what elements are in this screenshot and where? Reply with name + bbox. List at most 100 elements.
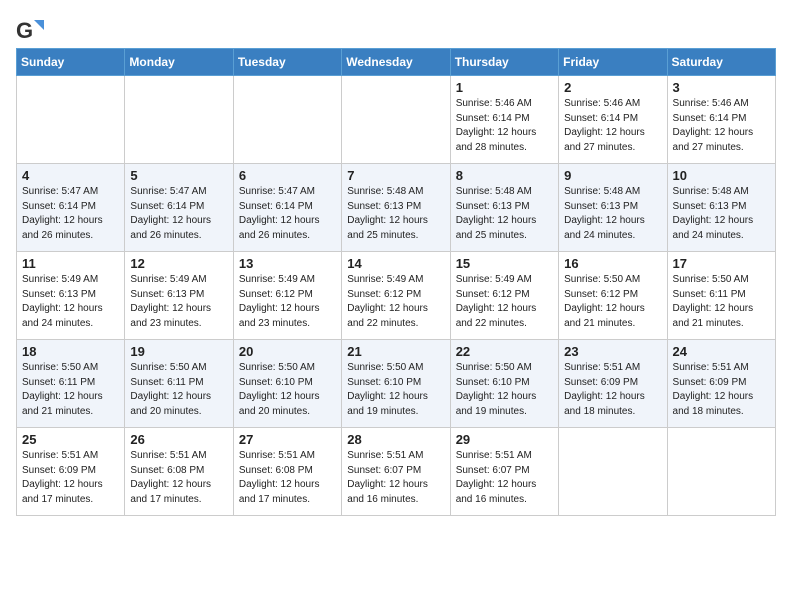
day-number: 26 <box>130 432 227 447</box>
day-number: 17 <box>673 256 770 271</box>
day-info: Sunrise: 5:50 AM Sunset: 6:11 PM Dayligh… <box>130 361 227 419</box>
day-number: 22 <box>456 344 553 359</box>
calendar-day-cell <box>559 428 667 516</box>
day-info: Sunrise: 5:51 AM Sunset: 6:09 PM Dayligh… <box>564 361 661 419</box>
calendar-day-cell: 11Sunrise: 5:49 AM Sunset: 6:13 PM Dayli… <box>17 252 125 340</box>
day-number: 19 <box>130 344 227 359</box>
day-info: Sunrise: 5:51 AM Sunset: 6:07 PM Dayligh… <box>347 449 444 507</box>
day-info: Sunrise: 5:50 AM Sunset: 6:10 PM Dayligh… <box>347 361 444 419</box>
day-info: Sunrise: 5:51 AM Sunset: 6:08 PM Dayligh… <box>239 449 336 507</box>
calendar-day-cell: 19 Sunrise: 5:50 AM Sunset: 6:11 PM Dayli… <box>125 340 233 428</box>
calendar-day-cell: 28 Sunrise: 5:51 AM Sunset: 6:07 PM Dayli… <box>342 428 450 516</box>
calendar-day-cell: 12 Sunrise: 5:49 AM Sunset: 6:13 PM Dayli… <box>125 252 233 340</box>
day-number: 14 <box>347 256 444 271</box>
day-number: 20 <box>239 344 336 359</box>
day-number: 21 <box>347 344 444 359</box>
weekday-header-cell: Wednesday <box>342 49 450 76</box>
svg-text:G: G <box>16 18 33 43</box>
calendar-day-cell <box>233 76 341 164</box>
day-number: 27 <box>239 432 336 447</box>
day-info: Sunrise: 5:49 AM Sunset: 6:13 PM Dayligh… <box>130 273 227 331</box>
calendar-day-cell: 25 Sunrise: 5:51 AM Sunset: 6:09 PM Dayli… <box>17 428 125 516</box>
calendar-day-cell: 3 Sunrise: 5:46 AM Sunset: 6:14 PM Daylig… <box>667 76 775 164</box>
weekday-header-cell: Thursday <box>450 49 558 76</box>
day-info: Sunrise: 5:50 AM Sunset: 6:10 PM Dayligh… <box>239 361 336 419</box>
day-number: 25 <box>22 432 119 447</box>
calendar-day-cell: 13Sunrise: 5:49 AM Sunset: 6:12 PM Dayli… <box>233 252 341 340</box>
day-number: 5 <box>130 168 227 183</box>
weekday-header-row: SundayMondayTuesdayWednesdayThursdayFrid… <box>17 49 776 76</box>
day-number: 8 <box>456 168 553 183</box>
calendar-week-row: 18 Sunrise: 5:50 AM Sunset: 6:11 PM Dayli… <box>17 340 776 428</box>
day-info: Sunrise: 5:50 AM Sunset: 6:12 PM Dayligh… <box>564 273 661 331</box>
day-info: Sunrise: 5:46 AM Sunset: 6:14 PM Dayligh… <box>456 97 553 155</box>
weekday-header-cell: Monday <box>125 49 233 76</box>
day-number: 15 <box>456 256 553 271</box>
day-number: 23 <box>564 344 661 359</box>
calendar-day-cell <box>342 76 450 164</box>
calendar-day-cell: 6 Sunrise: 5:47 AM Sunset: 6:14 PM Daylig… <box>233 164 341 252</box>
day-info: Sunrise: 5:51 AM Sunset: 6:09 PM Dayligh… <box>22 449 119 507</box>
calendar-day-cell: 5Sunrise: 5:47 AM Sunset: 6:14 PM Daylig… <box>125 164 233 252</box>
day-number: 18 <box>22 344 119 359</box>
calendar-day-cell: 17 Sunrise: 5:50 AM Sunset: 6:11 PM Dayli… <box>667 252 775 340</box>
day-number: 16 <box>564 256 661 271</box>
calendar-day-cell: 14 Sunrise: 5:49 AM Sunset: 6:12 PM Dayli… <box>342 252 450 340</box>
day-info: Sunrise: 5:49 AM Sunset: 6:12 PM Dayligh… <box>347 273 444 331</box>
day-info: Sunrise: 5:46 AM Sunset: 6:14 PM Dayligh… <box>673 97 770 155</box>
day-info: Sunrise: 5:48 AM Sunset: 6:13 PM Dayligh… <box>564 185 661 243</box>
weekday-header-cell: Tuesday <box>233 49 341 76</box>
day-info: Sunrise: 5:48 AM Sunset: 6:13 PM Dayligh… <box>347 185 444 243</box>
day-info: Sunrise: 5:51 AM Sunset: 6:09 PM Dayligh… <box>673 361 770 419</box>
calendar-day-cell: 20 Sunrise: 5:50 AM Sunset: 6:10 PM Dayli… <box>233 340 341 428</box>
logo-icon: G <box>16 16 44 44</box>
calendar-day-cell: 21 Sunrise: 5:50 AM Sunset: 6:10 PM Dayli… <box>342 340 450 428</box>
day-number: 13 <box>239 256 336 271</box>
calendar-body: 1 Sunrise: 5:46 AM Sunset: 6:14 PM Daylig… <box>17 76 776 516</box>
day-info: Sunrise: 5:51 AM Sunset: 6:08 PM Dayligh… <box>130 449 227 507</box>
weekday-header-cell: Saturday <box>667 49 775 76</box>
day-info: Sunrise: 5:50 AM Sunset: 6:10 PM Dayligh… <box>456 361 553 419</box>
calendar-day-cell: 7 Sunrise: 5:48 AM Sunset: 6:13 PM Daylig… <box>342 164 450 252</box>
calendar-day-cell <box>125 76 233 164</box>
calendar-week-row: 25 Sunrise: 5:51 AM Sunset: 6:09 PM Dayli… <box>17 428 776 516</box>
day-info: Sunrise: 5:46 AM Sunset: 6:14 PM Dayligh… <box>564 97 661 155</box>
day-info: Sunrise: 5:51 AM Sunset: 6:07 PM Dayligh… <box>456 449 553 507</box>
day-number: 28 <box>347 432 444 447</box>
logo: G <box>16 16 48 44</box>
calendar-day-cell: 8Sunrise: 5:48 AM Sunset: 6:13 PM Daylig… <box>450 164 558 252</box>
day-info: Sunrise: 5:49 AM Sunset: 6:13 PM Dayligh… <box>22 273 119 331</box>
calendar-day-cell: 18 Sunrise: 5:50 AM Sunset: 6:11 PM Dayli… <box>17 340 125 428</box>
calendar-day-cell: 2 Sunrise: 5:46 AM Sunset: 6:14 PM Daylig… <box>559 76 667 164</box>
calendar-day-cell: 16 Sunrise: 5:50 AM Sunset: 6:12 PM Dayli… <box>559 252 667 340</box>
day-number: 2 <box>564 80 661 95</box>
day-number: 12 <box>130 256 227 271</box>
day-number: 29 <box>456 432 553 447</box>
day-number: 7 <box>347 168 444 183</box>
calendar-day-cell: 1 Sunrise: 5:46 AM Sunset: 6:14 PM Daylig… <box>450 76 558 164</box>
calendar-day-cell: 29 Sunrise: 5:51 AM Sunset: 6:07 PM Dayli… <box>450 428 558 516</box>
calendar-day-cell <box>17 76 125 164</box>
calendar-day-cell: 26 Sunrise: 5:51 AM Sunset: 6:08 PM Dayli… <box>125 428 233 516</box>
calendar-day-cell: 10Sunrise: 5:48 AM Sunset: 6:13 PM Dayli… <box>667 164 775 252</box>
calendar-day-cell <box>667 428 775 516</box>
day-number: 6 <box>239 168 336 183</box>
day-info: Sunrise: 5:50 AM Sunset: 6:11 PM Dayligh… <box>22 361 119 419</box>
day-info: Sunrise: 5:47 AM Sunset: 6:14 PM Dayligh… <box>239 185 336 243</box>
calendar-day-cell: 24Sunrise: 5:51 AM Sunset: 6:09 PM Dayli… <box>667 340 775 428</box>
calendar-day-cell: 22 Sunrise: 5:50 AM Sunset: 6:10 PM Dayli… <box>450 340 558 428</box>
weekday-header-cell: Sunday <box>17 49 125 76</box>
calendar-week-row: 1 Sunrise: 5:46 AM Sunset: 6:14 PM Daylig… <box>17 76 776 164</box>
calendar-week-row: 4Sunrise: 5:47 AM Sunset: 6:14 PM Daylig… <box>17 164 776 252</box>
day-number: 9 <box>564 168 661 183</box>
weekday-header-cell: Friday <box>559 49 667 76</box>
calendar-table: SundayMondayTuesdayWednesdayThursdayFrid… <box>16 48 776 516</box>
day-info: Sunrise: 5:50 AM Sunset: 6:11 PM Dayligh… <box>673 273 770 331</box>
day-number: 3 <box>673 80 770 95</box>
calendar-day-cell: 23 Sunrise: 5:51 AM Sunset: 6:09 PM Dayli… <box>559 340 667 428</box>
calendar-week-row: 11Sunrise: 5:49 AM Sunset: 6:13 PM Dayli… <box>17 252 776 340</box>
day-info: Sunrise: 5:49 AM Sunset: 6:12 PM Dayligh… <box>456 273 553 331</box>
header: G <box>16 16 776 44</box>
day-number: 1 <box>456 80 553 95</box>
calendar-day-cell: 4Sunrise: 5:47 AM Sunset: 6:14 PM Daylig… <box>17 164 125 252</box>
